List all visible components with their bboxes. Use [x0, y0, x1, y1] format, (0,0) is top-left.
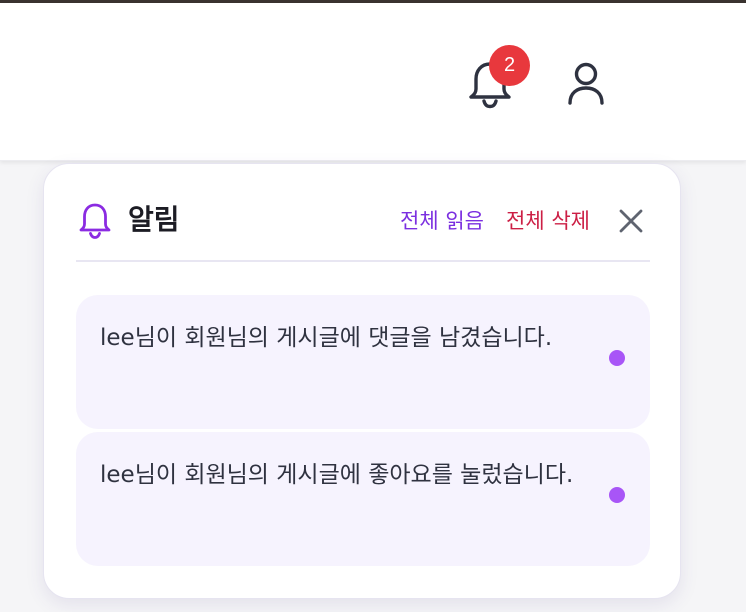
close-button[interactable] — [616, 206, 646, 236]
unread-dot — [609, 350, 625, 366]
notification-text: lee님이 회원님의 게시글에 좋아요를 눌렀습니다. — [100, 462, 574, 488]
panel-title: 알림 — [128, 203, 180, 236]
notification-panel: 알림 전체 읽음 전체 삭제 lee님이 회원님의 게시글에 댓글을 남겼습니다… — [43, 163, 681, 599]
notification-text: lee님이 회원님의 게시글에 댓글을 남겼습니다. — [100, 325, 553, 351]
notification-item[interactable]: lee님이 회원님의 게시글에 좋아요를 눌렀습니다. — [76, 432, 650, 566]
delete-all-button[interactable]: 전체 삭제 — [506, 207, 590, 235]
mark-all-read-button[interactable]: 전체 읽음 — [400, 207, 484, 235]
close-icon — [619, 209, 643, 233]
profile-button[interactable] — [564, 61, 610, 109]
panel-header: 알림 전체 읽음 전체 삭제 — [76, 164, 650, 262]
bell-icon — [79, 203, 111, 239]
user-icon — [568, 62, 604, 105]
notification-item[interactable]: lee님이 회원님의 게시글에 댓글을 남겼습니다. — [76, 295, 650, 429]
notification-count-badge: 2 — [489, 45, 530, 86]
unread-dot — [609, 487, 625, 503]
app-header: 2 — [0, 3, 746, 161]
